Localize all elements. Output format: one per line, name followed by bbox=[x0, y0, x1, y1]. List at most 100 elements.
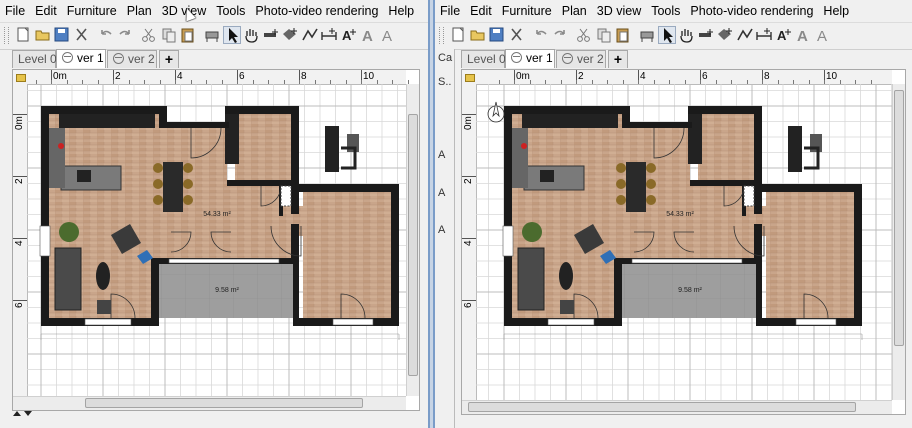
cut-tool-button[interactable] bbox=[73, 26, 91, 44]
window[interactable] bbox=[39, 225, 51, 257]
catalog-label[interactable]: A bbox=[438, 224, 445, 236]
create-rooms-button[interactable] bbox=[281, 26, 299, 44]
wall[interactable] bbox=[614, 258, 622, 326]
wardrobe[interactable] bbox=[688, 114, 702, 164]
save-button[interactable] bbox=[53, 26, 71, 44]
horizontal-scroll-thumb[interactable] bbox=[85, 398, 363, 408]
wall[interactable] bbox=[756, 258, 762, 326]
chair[interactable] bbox=[646, 179, 656, 189]
cooktop[interactable] bbox=[540, 170, 554, 182]
add-furniture-button[interactable] bbox=[638, 26, 656, 44]
zoom-button[interactable]: A bbox=[814, 26, 832, 44]
toolbar-grip[interactable] bbox=[4, 27, 9, 44]
wall[interactable] bbox=[151, 258, 159, 326]
wall[interactable] bbox=[41, 106, 167, 114]
kitchen-counter[interactable] bbox=[512, 128, 528, 188]
wall[interactable] bbox=[690, 180, 762, 186]
wall[interactable] bbox=[622, 122, 692, 128]
plant[interactable] bbox=[522, 222, 542, 242]
horizontal-scrollbar[interactable] bbox=[462, 400, 892, 414]
wall[interactable] bbox=[159, 122, 229, 128]
kitchen-cabinets[interactable] bbox=[522, 114, 618, 128]
redo-button[interactable] bbox=[116, 26, 134, 44]
window[interactable] bbox=[631, 258, 743, 264]
menu-help[interactable]: Help bbox=[818, 0, 854, 22]
compass-icon[interactable] bbox=[487, 101, 505, 123]
pan-button[interactable] bbox=[242, 26, 260, 44]
chair[interactable] bbox=[646, 195, 656, 205]
collapse-down-icon[interactable] bbox=[24, 411, 32, 416]
dimension-line[interactable] bbox=[40, 333, 400, 340]
new-file-button[interactable] bbox=[14, 26, 32, 44]
wall[interactable] bbox=[295, 184, 399, 192]
room-bedroom-1[interactable] bbox=[698, 114, 754, 184]
pouf[interactable] bbox=[560, 300, 574, 314]
new-file-button[interactable] bbox=[449, 26, 467, 44]
select-button[interactable] bbox=[222, 26, 241, 44]
select-button[interactable] bbox=[657, 26, 676, 44]
wall[interactable] bbox=[754, 106, 762, 186]
desk[interactable] bbox=[788, 126, 802, 172]
add-furniture-button[interactable] bbox=[203, 26, 221, 44]
paste-button[interactable] bbox=[179, 26, 197, 44]
zoom-button[interactable]: A bbox=[379, 26, 397, 44]
wall[interactable] bbox=[41, 106, 49, 326]
undo-button[interactable] bbox=[97, 26, 115, 44]
vertical-scroll-thumb[interactable] bbox=[408, 114, 418, 376]
chair[interactable] bbox=[646, 163, 656, 173]
wall[interactable] bbox=[504, 106, 512, 326]
plan-view[interactable]: 0m 2 4 6 8 10 0m 2 4 6 54.33 m² 9.58 m² bbox=[12, 69, 420, 411]
chair[interactable] bbox=[153, 195, 163, 205]
kitchen-cabinets[interactable] bbox=[59, 114, 155, 128]
menu-edit[interactable]: Edit bbox=[465, 0, 497, 22]
paste-button[interactable] bbox=[614, 26, 632, 44]
window[interactable] bbox=[795, 318, 837, 326]
wall[interactable] bbox=[758, 184, 862, 192]
house-plan[interactable]: 54.33 m² 9.58 m² bbox=[39, 106, 400, 340]
menu-3d-view[interactable]: 3D view bbox=[592, 0, 646, 22]
dimension-line[interactable] bbox=[503, 333, 863, 340]
cooktop[interactable] bbox=[77, 170, 91, 182]
open-button[interactable] bbox=[469, 26, 487, 44]
wall[interactable] bbox=[504, 106, 630, 114]
create-walls-button[interactable] bbox=[697, 26, 715, 44]
expand-up-icon[interactable] bbox=[13, 411, 21, 416]
house-plan[interactable]: 54.33 m² 9.58 m² bbox=[502, 106, 863, 340]
redo-button[interactable] bbox=[551, 26, 569, 44]
wall[interactable] bbox=[293, 258, 299, 326]
floor-plan-canvas[interactable]: 54.33 m² 9.58 m² bbox=[476, 84, 892, 400]
room-bedroom-2[interactable] bbox=[293, 188, 391, 318]
vertical-scrollbar[interactable] bbox=[892, 84, 905, 400]
wall[interactable] bbox=[227, 180, 299, 186]
vertical-scrollbar[interactable] bbox=[406, 84, 419, 396]
room-bedroom-1[interactable] bbox=[235, 114, 291, 184]
window[interactable] bbox=[332, 318, 374, 326]
create-polylines-button[interactable] bbox=[301, 26, 319, 44]
coffee-table[interactable] bbox=[96, 262, 110, 290]
chair[interactable] bbox=[153, 163, 163, 173]
horizontal-scrollbar[interactable] bbox=[13, 396, 406, 410]
kitchen-counter[interactable] bbox=[49, 128, 65, 188]
vertical-scroll-thumb[interactable] bbox=[894, 90, 904, 346]
wall[interactable] bbox=[854, 184, 862, 326]
menu-file[interactable]: File bbox=[435, 0, 465, 22]
add-level-button[interactable]: + bbox=[159, 50, 179, 68]
menu-plan[interactable]: Plan bbox=[122, 0, 157, 22]
chair[interactable] bbox=[616, 163, 626, 173]
wall[interactable] bbox=[225, 106, 299, 114]
create-dimensions-button[interactable] bbox=[320, 26, 338, 44]
dining-table[interactable] bbox=[163, 162, 183, 212]
closet[interactable] bbox=[280, 185, 292, 207]
tab-ver-1[interactable]: ver 1 bbox=[505, 49, 555, 68]
create-dimensions-button[interactable] bbox=[755, 26, 773, 44]
horizontal-scroll-thumb[interactable] bbox=[468, 402, 856, 412]
sofa[interactable] bbox=[54, 247, 82, 311]
copy-button[interactable] bbox=[160, 26, 178, 44]
text-style-button[interactable]: A bbox=[794, 26, 812, 44]
tab-level-0[interactable]: Level 0 bbox=[461, 50, 506, 68]
toolbar-grip[interactable] bbox=[439, 27, 444, 44]
add-text-button[interactable]: A bbox=[775, 26, 793, 44]
coffee-table[interactable] bbox=[559, 262, 573, 290]
menu-plan[interactable]: Plan bbox=[557, 0, 592, 22]
desk[interactable] bbox=[325, 126, 339, 172]
